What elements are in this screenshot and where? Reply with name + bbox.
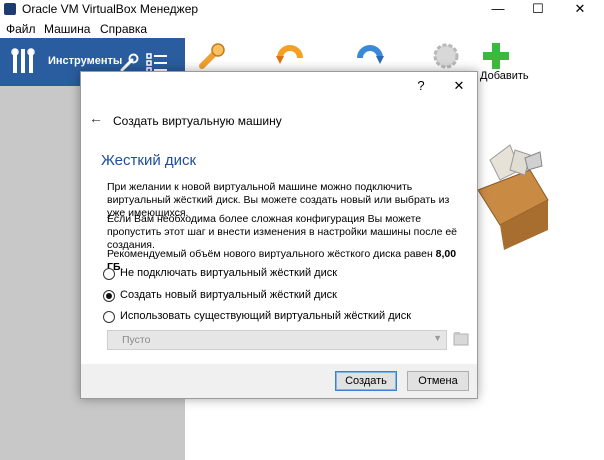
start-icon[interactable] [354, 40, 386, 72]
maximize-button[interactable]: ☐ [518, 0, 558, 20]
radio-label[interactable]: Создать новый виртуальный жёсткий диск [120, 289, 337, 301]
disk-select-value: Пусто [122, 334, 151, 346]
settings-icon[interactable] [196, 40, 228, 72]
create-vm-dialog: ? ✕ ← Создать виртуальную машину Жесткий… [80, 71, 478, 399]
section-title: Жесткий диск [101, 152, 197, 169]
dialog-close-button[interactable]: ✕ [449, 76, 469, 96]
existing-disk-select[interactable]: Пусто ▼ [107, 330, 447, 350]
advanced-config-paragraph: Если Вам необходима более сложная конфиг… [107, 213, 458, 251]
menu-help[interactable]: Справка [100, 22, 147, 36]
radio-button[interactable] [103, 268, 115, 280]
create-button[interactable]: Создать [335, 371, 397, 391]
toolbox-illustration-icon [477, 144, 549, 250]
recommended-size-label: Рекомендуемый объём нового виртуального … [107, 248, 436, 260]
add-icon[interactable] [480, 40, 512, 72]
dialog-footer: Создать Отмена [81, 364, 477, 398]
chevron-down-icon: ▼ [433, 333, 442, 343]
back-arrow-icon[interactable]: ← [89, 110, 103, 126]
radio-label[interactable]: Не подключать виртуальный жёсткий диск [120, 267, 337, 279]
cancel-button[interactable]: Отмена [407, 371, 469, 391]
folder-browse-icon[interactable] [453, 330, 469, 348]
radio-button[interactable] [103, 311, 115, 323]
dialog-caption: Создать виртуальную машину [113, 114, 282, 128]
menubar: Файл Машина Справка [0, 20, 604, 38]
dialog-header: ← Создать виртуальную машину [81, 100, 477, 140]
virtualbox-logo-icon [4, 3, 16, 15]
menu-machine[interactable]: Машина [44, 22, 90, 36]
new-icon[interactable] [430, 40, 462, 72]
minimize-button[interactable]: — [478, 0, 518, 20]
tools-icon [11, 48, 35, 73]
window-title: Oracle VM VirtualBox Менеджер [22, 2, 199, 16]
menu-file[interactable]: Файл [6, 22, 36, 36]
close-button[interactable]: ✕ [560, 0, 600, 20]
radio-label[interactable]: Использовать существующий виртуальный жё… [120, 310, 411, 322]
dialog-body: Жесткий диск При желании к новой виртуал… [81, 140, 477, 364]
tools-label: Инструменты [48, 55, 123, 67]
window-titlebar: Oracle VM VirtualBox Менеджер — ☐ ✕ [0, 0, 604, 20]
help-button[interactable]: ? [411, 76, 431, 96]
dialog-titlebar: ? ✕ [81, 72, 477, 100]
radio-button[interactable] [103, 290, 115, 302]
discard-icon[interactable] [274, 40, 306, 72]
add-label[interactable]: Добавить [480, 70, 529, 82]
